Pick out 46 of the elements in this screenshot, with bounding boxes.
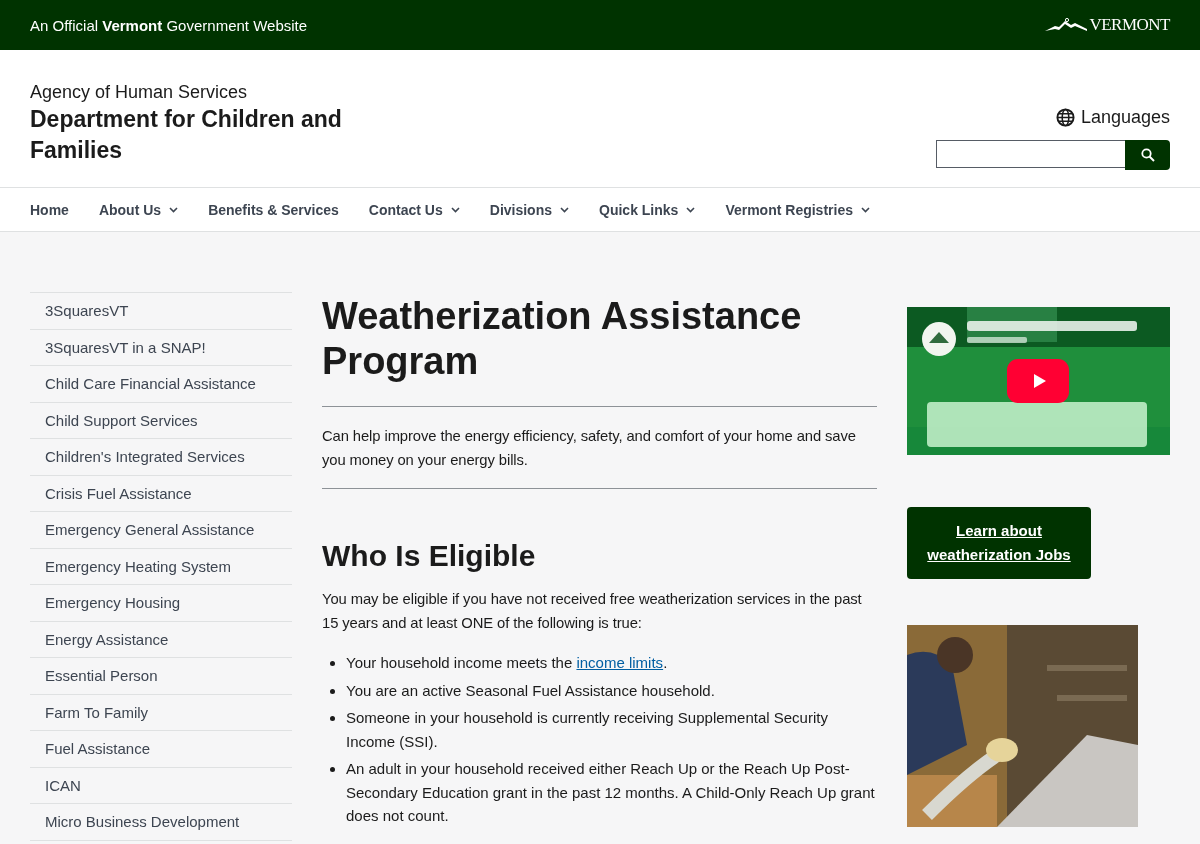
section-heading: Who Is Eligible: [322, 538, 537, 574]
sidebar-item[interactable]: Energy Assistance: [30, 621, 292, 658]
nav-link[interactable]: Contact Us: [368, 201, 460, 218]
bullet-icon: [330, 661, 335, 666]
list-item: Your household income meets the income limits.: [322, 651, 877, 675]
sidebar-item[interactable]: Child Support Services: [30, 402, 292, 439]
languages-link[interactable]: Languages: [1055, 107, 1170, 128]
search-icon: [1140, 148, 1155, 162]
sidebar-item[interactable]: 3SquaresVT: [30, 293, 292, 330]
play-icon: [1032, 373, 1047, 389]
nav-link[interactable]: Quick Links: [599, 201, 696, 218]
sidebar-item[interactable]: Essential Person: [30, 658, 292, 695]
sidebar-item[interactable]: Emergency Heating System: [30, 548, 292, 585]
list-item: You are an active Seasonal Fuel Assistance household.: [322, 678, 877, 702]
search-field[interactable]: [936, 140, 1125, 168]
sidebar-item[interactable]: 3SquaresVT in a SNAP!: [30, 329, 292, 366]
official-site-notice: An Official Vermont Government Website: [30, 16, 308, 34]
agency-name: Agency of Human Services: [30, 81, 249, 104]
globe-icon: [1055, 108, 1075, 127]
search-button[interactable]: [1125, 140, 1170, 170]
sidebar-item[interactable]: Crisis Fuel Assistance: [30, 475, 292, 512]
sidebar-item[interactable]: Fuel Assistance: [30, 731, 292, 768]
nav-link[interactable]: About Us: [98, 201, 179, 218]
sidebar-item[interactable]: ICAN: [30, 767, 292, 804]
sidebar-item[interactable]: Emergency Housing: [30, 585, 292, 622]
nav-link[interactable]: Benefits & Services: [208, 201, 339, 218]
bullet-icon: [330, 767, 335, 772]
vermont-logo[interactable]: VERMONT: [1045, 15, 1170, 35]
body-text: You may be eligible if you have not received free weatherization services in the past 15 years and at least ONE of the following is true:: [322, 590, 863, 633]
sidebar-item[interactable]: Emergency General Assistance: [30, 512, 292, 549]
department-name[interactable]: Department for Children and Families: [30, 104, 360, 166]
sidebar-item[interactable]: Micro Business Development: [30, 804, 292, 841]
nav-link[interactable]: Divisions: [489, 201, 569, 218]
list-item: An adult in your household received either Reach Up or the Reach Up Post-Secondary Education grant in the past 12 months. A Child-Only Reach Up grant does not count.: [322, 757, 877, 828]
play-button[interactable]: [1007, 359, 1069, 403]
nav-link[interactable]: Vermont Registries: [725, 201, 870, 218]
sidebar-item[interactable]: Child Care Financial Assistance: [30, 366, 292, 403]
sidebar-item[interactable]: Farm To Family: [30, 694, 292, 731]
summary-text: Can help improve the energy efficiency, safety, and comfort of your home and save you money on your energy bills.: [322, 427, 857, 470]
page-title: Weatherization Assistance Program: [322, 294, 803, 384]
list-item: Someone in your household is currently receiving Supplemental Security Income (SSI).: [322, 706, 877, 753]
sidebar-item[interactable]: Children's Integrated Services: [30, 439, 292, 476]
bullet-icon: [330, 688, 335, 694]
nav-link[interactable]: Home: [30, 201, 69, 218]
jobs-button[interactable]: Learn about weatherization Jobs: [907, 507, 1091, 579]
bullet-icon: [330, 716, 335, 721]
